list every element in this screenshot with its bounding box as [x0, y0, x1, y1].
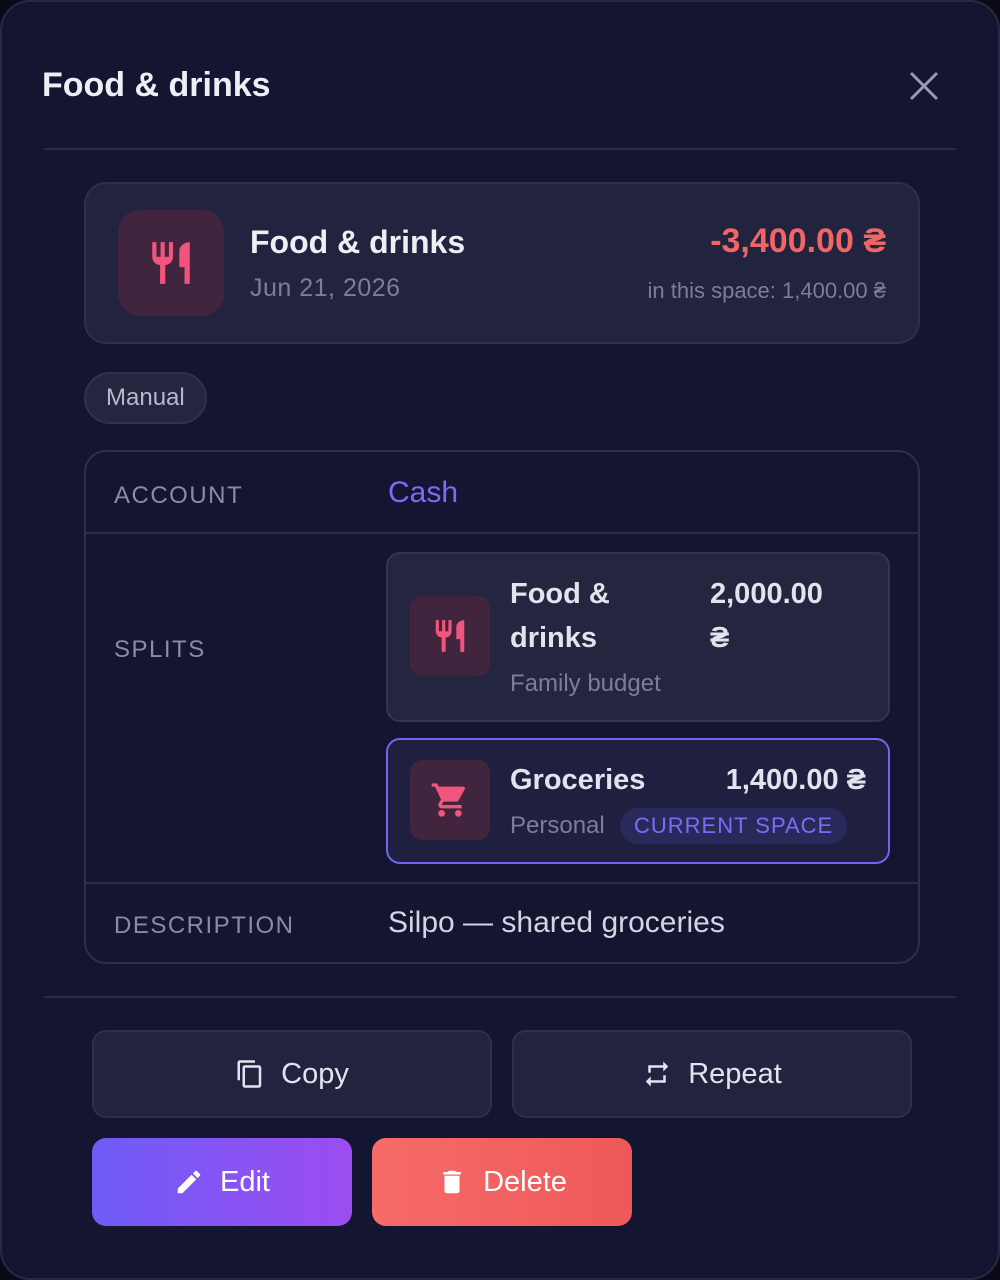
copy-button[interactable]: Copy	[92, 1030, 492, 1118]
account-label: ACCOUNT	[114, 482, 244, 509]
cutlery-icon	[152, 242, 190, 284]
split-space: Personal	[510, 812, 605, 839]
split-name: Groceries	[510, 764, 646, 796]
footer-divider	[44, 996, 956, 998]
transaction-dialog: Food & drinks Food & drinks Jun 21, 2026…	[0, 0, 1000, 1280]
cutlery-icon	[435, 620, 465, 652]
split-category-icon-box	[410, 760, 490, 840]
row-divider	[86, 532, 918, 534]
splits-label: SPLITS	[114, 636, 206, 663]
close-icon	[910, 72, 938, 100]
split-name-line2: drinks	[510, 622, 598, 654]
details-table: ACCOUNT Cash SPLITS Food & drinks Family…	[84, 450, 920, 964]
transaction-summary-card: Food & drinks Jun 21, 2026 -3,400.00 ₴ i…	[84, 182, 920, 344]
cart-icon	[431, 783, 466, 817]
copy-label: Copy	[281, 1057, 349, 1090]
description-label: DESCRIPTION	[114, 912, 295, 939]
edit-label: Edit	[220, 1165, 270, 1198]
split-name-line1: Food &	[510, 578, 610, 610]
split-card[interactable]: Food & drinks Family budget 2,000.00 ₴	[386, 552, 890, 722]
transaction-category-name: Food & drinks	[250, 224, 466, 260]
trash-icon	[443, 1170, 461, 1194]
delete-button[interactable]: Delete	[372, 1138, 632, 1226]
account-link[interactable]: Cash	[388, 476, 458, 510]
transaction-date: Jun 21, 2026	[250, 274, 401, 302]
transaction-amount: -3,400.00 ₴	[710, 222, 886, 260]
repeat-button[interactable]: Repeat	[512, 1030, 912, 1118]
copy-icon	[237, 1060, 262, 1088]
close-button[interactable]	[906, 68, 942, 104]
space-amount: in this space: 1,400.00 ₴	[647, 278, 887, 303]
repeat-label: Repeat	[688, 1057, 782, 1090]
dialog-title: Food & drinks	[42, 66, 271, 104]
category-icon-box	[118, 210, 224, 316]
source-badge: Manual	[84, 372, 207, 424]
edit-button[interactable]: Edit	[92, 1138, 352, 1226]
split-category-icon-box	[410, 596, 490, 676]
split-amount-line2: ₴	[710, 622, 730, 654]
pencil-icon	[177, 1170, 201, 1194]
repeat-icon	[645, 1061, 669, 1087]
delete-label: Delete	[483, 1165, 567, 1198]
split-amount-line1: 2,000.00	[710, 578, 823, 610]
description-value: Silpo — shared groceries	[388, 906, 725, 939]
split-amount: 1,400.00 ₴	[725, 764, 866, 796]
row-divider	[86, 882, 918, 884]
current-space-tag: CURRENT SPACE	[620, 808, 848, 844]
split-card-current[interactable]: Groceries Personal CURRENT SPACE 1,400.0…	[386, 738, 890, 864]
split-space: Family budget	[510, 670, 661, 697]
